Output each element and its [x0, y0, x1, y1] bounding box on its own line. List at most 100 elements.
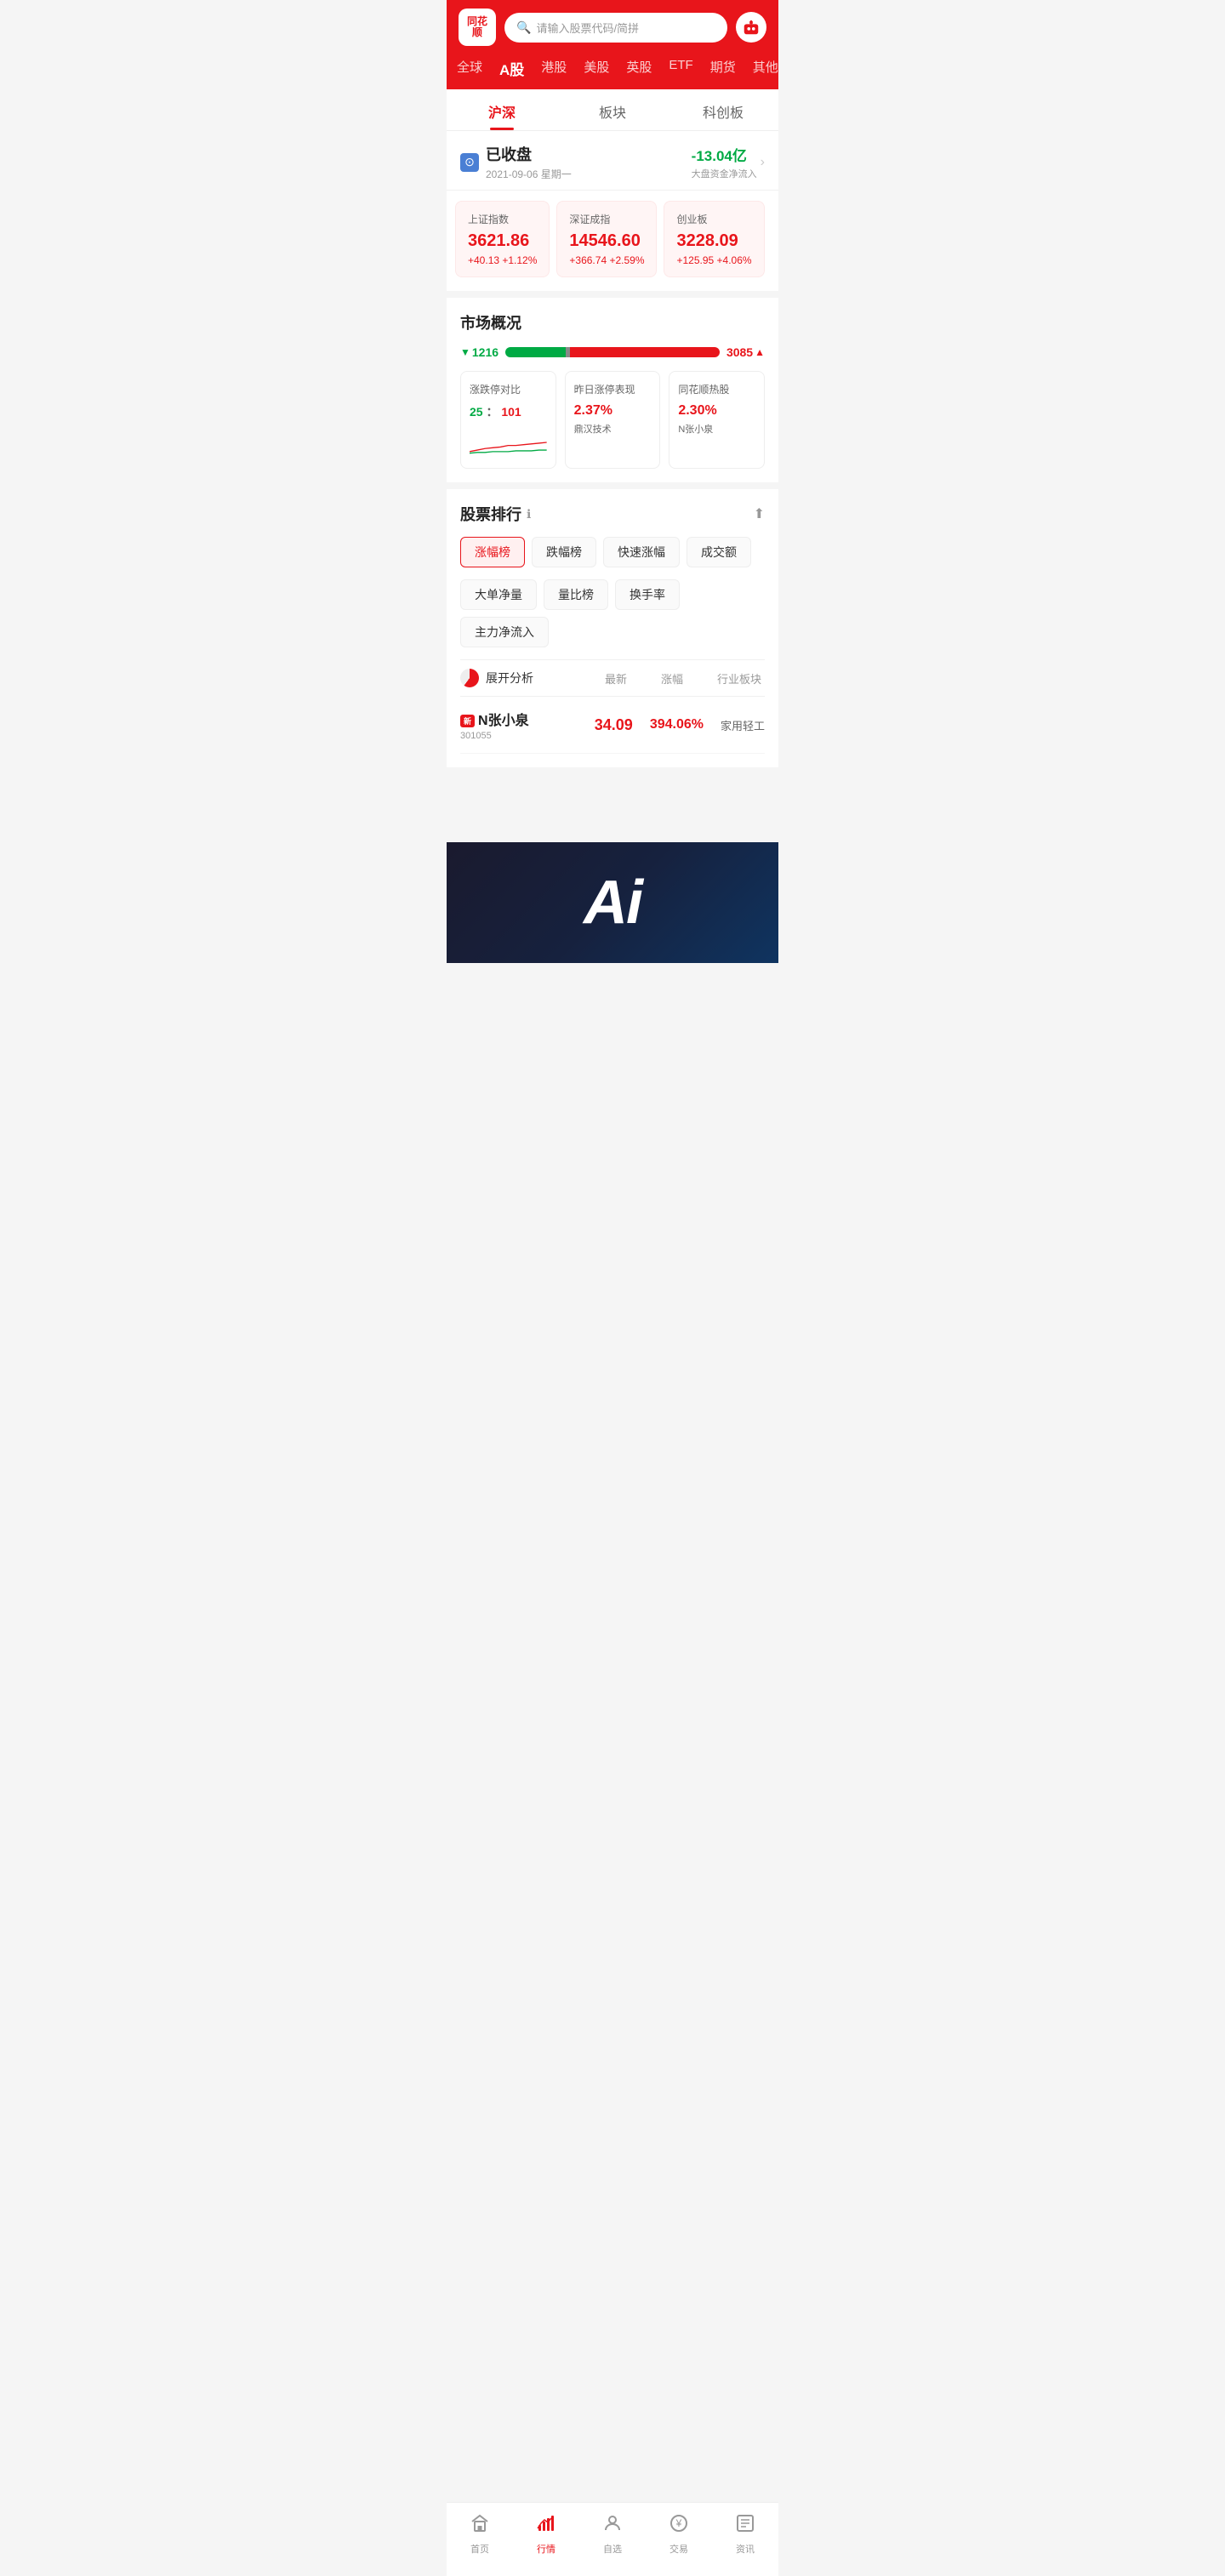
- stat-sub-yesterday: 鼎汉技术: [574, 422, 652, 436]
- stat-card-hotstock[interactable]: 同花顺热股 2.30% N张小泉: [669, 371, 765, 469]
- rank-btn-losers[interactable]: 跌幅榜: [532, 537, 596, 567]
- top-icon: ⬆: [754, 505, 765, 522]
- sub-tab-hudepth[interactable]: 沪深: [447, 89, 557, 130]
- rank-btn-main-flow[interactable]: 主力净流入: [460, 617, 549, 647]
- market-bar: [505, 347, 720, 357]
- news-icon: [735, 2513, 755, 2539]
- mini-chart: [470, 427, 547, 458]
- trade-icon: ¥: [669, 2513, 689, 2539]
- rank-btn-fast-gain[interactable]: 快速涨幅: [603, 537, 680, 567]
- nav-item-home[interactable]: 首页: [447, 2510, 513, 2559]
- rank-filters-row1: 涨幅榜 跌幅榜 快速涨幅 成交额: [460, 537, 765, 567]
- market-status-date: 2021-09-06 星期一: [486, 167, 572, 181]
- index-name-chuangye: 创业板: [676, 212, 751, 226]
- nav-item-news[interactable]: 资讯: [712, 2510, 778, 2559]
- stat-card-yesterday[interactable]: 昨日涨停表现 2.37% 鼎汉技术: [565, 371, 661, 469]
- watchlist-icon: [602, 2513, 623, 2539]
- fund-flow-value: -13.04亿: [692, 144, 757, 165]
- stat-title-ratio: 涨跌停对比: [470, 382, 547, 396]
- index-card-chuangye[interactable]: 创业板 3228.09 +125.95 +4.06%: [664, 201, 764, 277]
- market-overview-title: 市场概况: [460, 311, 765, 333]
- stat-title-yesterday: 昨日涨停表现: [574, 382, 652, 396]
- nav-tab-futures[interactable]: 期货: [709, 54, 738, 83]
- bottom-nav: 首页 行情 自选 ¥ 交易: [447, 2502, 778, 2576]
- analysis-label: 展开分析: [486, 670, 598, 687]
- stock-pct-0: 394.06%: [650, 717, 704, 732]
- rank-btn-volume[interactable]: 成交额: [687, 537, 751, 567]
- fund-flow-label: 大盘资金净流入: [692, 167, 757, 180]
- search-placeholder: 请输入股票代码/简拼: [536, 20, 639, 36]
- header: 同花 顺 🔍 请输入股票代码/简拼: [447, 0, 778, 54]
- status-icon: [460, 153, 479, 172]
- index-cards: 上证指数 3621.86 +40.13 +1.12% 深证成指 14546.60…: [447, 191, 778, 291]
- nav-tabs: 全球 A股 港股 美股 英股 ETF 期货 其他: [447, 54, 778, 89]
- mini-chart-svg: [470, 427, 547, 458]
- sub-tab-sector[interactable]: 板块: [557, 89, 668, 130]
- ratio-red-value: 101: [501, 405, 521, 419]
- nav-item-trade[interactable]: ¥ 交易: [646, 2510, 712, 2559]
- nav-item-market[interactable]: 行情: [513, 2510, 579, 2559]
- index-value-shenzhen: 14546.60: [569, 231, 644, 251]
- market-icon: [536, 2513, 556, 2539]
- app-logo: 同花 顺: [459, 9, 496, 46]
- stock-price-0: 34.09: [595, 716, 633, 734]
- nav-label-watchlist: 自选: [603, 2542, 622, 2556]
- ai-text: Ai: [584, 868, 641, 938]
- stat-ratio-value: 25 ： 101: [470, 403, 547, 420]
- index-card-shenzhen[interactable]: 深证成指 14546.60 +366.74 +2.59%: [556, 201, 657, 277]
- rank-filters-row2: 大单净量 量比榜 换手率 主力净流入: [460, 579, 765, 647]
- nav-tab-hkstock[interactable]: 港股: [539, 54, 568, 83]
- index-value-chuangye: 3228.09: [676, 231, 751, 251]
- nav-tab-ashare[interactable]: A股: [498, 54, 526, 83]
- stock-ranking-section: 股票排行 ℹ ⬆ 涨幅榜 跌幅榜 快速涨幅 成交额 大单净量 量比榜 换手率 主…: [447, 489, 778, 767]
- status-left: 已收盘 2021-09-06 星期一: [460, 143, 572, 181]
- sub-tabs: 沪深 板块 科创板: [447, 89, 778, 131]
- search-bar[interactable]: 🔍 请输入股票代码/简拼: [504, 13, 727, 43]
- rank-btn-gainers[interactable]: 涨幅榜: [460, 537, 525, 567]
- stat-sub-hotstock: N张小泉: [678, 422, 755, 436]
- market-status-title: 已收盘: [486, 143, 572, 165]
- stat-value-yesterday: 2.37%: [574, 403, 652, 419]
- fund-flow-section[interactable]: -13.04亿 大盘资金净流入 ›: [692, 144, 765, 180]
- rank-btn-bigorder[interactable]: 大单净量: [460, 579, 537, 610]
- market-bar-wrap: ▼ 1216 3085 ▲: [460, 345, 765, 359]
- rank-btn-volume-ratio[interactable]: 量比榜: [544, 579, 608, 610]
- stock-name-0: 新N张小泉: [460, 709, 595, 729]
- stock-sector-0: 家用轻工: [721, 717, 765, 733]
- robot-icon: [742, 18, 761, 37]
- col-header-price: 最新: [605, 670, 627, 687]
- market-up-count: 3085 ▲: [726, 345, 765, 359]
- nav-tab-ukstock[interactable]: 英股: [624, 54, 653, 83]
- status-bar: 已收盘 2021-09-06 星期一 -13.04亿 大盘资金净流入 ›: [447, 131, 778, 191]
- analysis-icon: [460, 669, 479, 687]
- stock-badge-0: 新: [460, 715, 475, 727]
- search-icon: 🔍: [516, 20, 531, 35]
- nav-label-news: 资讯: [736, 2542, 755, 2556]
- ratio-green-value: 25: [470, 405, 483, 419]
- col-header-change: 涨幅: [661, 670, 683, 687]
- index-value-shanghai: 3621.86: [468, 231, 537, 251]
- nav-tab-usstock[interactable]: 美股: [582, 54, 611, 83]
- nav-item-watchlist[interactable]: 自选: [579, 2510, 646, 2559]
- stat-title-hotstock: 同花顺热股: [678, 382, 755, 396]
- sub-tab-kechuang[interactable]: 科创板: [668, 89, 778, 130]
- bar-green: [505, 347, 566, 357]
- index-card-shanghai[interactable]: 上证指数 3621.86 +40.13 +1.12%: [455, 201, 550, 277]
- nav-tab-etf[interactable]: ETF: [667, 54, 694, 83]
- home-icon: [470, 2513, 490, 2539]
- market-down-count: ▼ 1216: [460, 345, 499, 359]
- market-overview-section: 市场概况 ▼ 1216 3085 ▲ 涨跌停对比 25 ： 101: [447, 298, 778, 482]
- index-name-shanghai: 上证指数: [468, 212, 537, 226]
- index-change-shenzhen: +366.74 +2.59%: [569, 254, 644, 266]
- stock-row-0[interactable]: 新N张小泉 301055 34.09 394.06% 家用轻工: [460, 697, 765, 754]
- avatar-button[interactable]: [736, 12, 766, 43]
- col-header-sector: 行业板块: [717, 670, 761, 687]
- col-headers: 最新 涨幅 行业板块: [605, 670, 765, 687]
- nav-tab-other[interactable]: 其他: [751, 54, 778, 83]
- stat-card-ratio[interactable]: 涨跌停对比 25 ： 101: [460, 371, 556, 469]
- stat-value-hotstock: 2.30%: [678, 403, 755, 419]
- index-change-shanghai: +40.13 +1.12%: [468, 254, 537, 266]
- rank-btn-turnover[interactable]: 换手率: [615, 579, 680, 610]
- nav-tab-global[interactable]: 全球: [455, 54, 484, 83]
- index-change-chuangye: +125.95 +4.06%: [676, 254, 751, 266]
